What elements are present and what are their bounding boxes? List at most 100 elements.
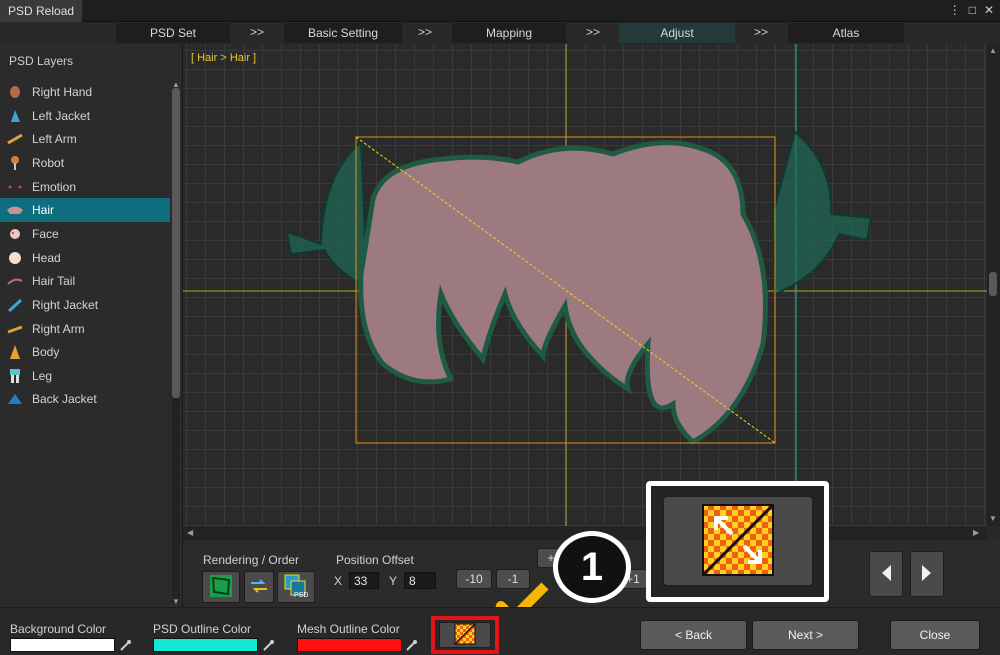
layer-item-back-jacket[interactable]: Back Jacket (0, 387, 170, 411)
step-separator: >> (250, 25, 265, 39)
jacket-icon (6, 108, 24, 124)
layer-item-label: Right Jacket (32, 298, 99, 312)
layer-item-right-arm[interactable]: Right Arm (0, 317, 170, 341)
layer-item-label: Right Hand (32, 85, 93, 99)
close-button[interactable]: Close (890, 620, 980, 650)
step-atlas[interactable]: Atlas (788, 23, 904, 43)
hair-shape (358, 140, 768, 446)
layer-item-label: Face (32, 227, 59, 241)
back-button[interactable]: < Back (640, 620, 747, 650)
layer-item-right-hand[interactable]: Right Hand (0, 80, 170, 104)
psd-render-button[interactable]: PSD (277, 571, 315, 603)
psd-outline-color-swatch[interactable] (153, 638, 258, 652)
body-icon (6, 344, 24, 360)
head-icon (6, 250, 24, 266)
zoom-callout (646, 481, 829, 602)
layer-item-left-arm[interactable]: Left Arm (0, 127, 170, 151)
rendering-order-label: Rendering / Order (203, 553, 300, 567)
layer-item-label: Left Jacket (32, 109, 91, 123)
psd-layers-icon: PSD (283, 573, 309, 602)
layer-item-emotion[interactable]: Emotion (0, 175, 170, 199)
mesh-outline-color-swatch[interactable] (297, 638, 402, 652)
arrow-right-icon (920, 563, 934, 586)
prev-layer-button[interactable] (869, 551, 903, 597)
hair-tail-icon (6, 273, 24, 289)
menu-dots-icon[interactable]: ⋮ (949, 3, 961, 17)
layer-item-label: Emotion (32, 180, 77, 194)
psd-layers-title: PSD Layers (9, 54, 74, 68)
step-separator: >> (586, 25, 601, 39)
layer-item-label: Right Arm (32, 322, 85, 336)
y-offset-input[interactable]: 8 (404, 572, 436, 589)
arrow-left-icon (879, 563, 893, 586)
checker-toggle-icon (454, 622, 476, 648)
psd-outline-color-label: PSD Outline Color (153, 622, 252, 636)
wizard-steps: PSD Set >> Basic Setting >> Mapping >> A… (0, 22, 1000, 44)
mesh-outline-color-label: Mesh Outline Color (297, 622, 400, 636)
eyedropper-icon[interactable] (404, 638, 418, 652)
viewport-vertical-scrollbar[interactable]: ▲ ▼ (987, 44, 1000, 526)
zoomed-toggle-button (663, 496, 813, 586)
layer-item-label: Back Jacket (32, 392, 97, 406)
layer-item-left-jacket[interactable]: Left Jacket (0, 104, 170, 128)
step-adjust[interactable]: Adjust (619, 23, 735, 43)
position-offset-label: Position Offset (336, 553, 414, 567)
next-layer-button[interactable] (910, 551, 944, 597)
layer-item-hair-tail[interactable]: Hair Tail (0, 269, 170, 293)
scroll-up-icon[interactable]: ▲ (172, 80, 180, 89)
layer-item-leg[interactable]: Leg (0, 364, 170, 388)
layer-item-label: Left Arm (32, 132, 77, 146)
step-mapping[interactable]: Mapping (452, 23, 566, 43)
editor-viewport[interactable]: [ Hair > Hair ] (183, 44, 987, 526)
next-button[interactable]: Next > (752, 620, 859, 650)
layer-item-right-jacket[interactable]: Right Jacket (0, 293, 170, 317)
step-basic-setting[interactable]: Basic Setting (284, 23, 402, 43)
layers-scrollbar[interactable] (172, 88, 180, 603)
layer-item-head[interactable]: Head (0, 246, 170, 270)
scroll-up-icon[interactable]: ▲ (989, 46, 997, 55)
scroll-down-icon[interactable]: ▼ (172, 597, 180, 606)
face-icon (6, 226, 24, 242)
robot-icon (6, 155, 24, 171)
close-icon[interactable]: ✕ (984, 3, 994, 17)
leg-icon (6, 368, 24, 384)
layers-scrollbar-thumb[interactable] (172, 88, 180, 398)
back-jacket-icon (6, 391, 24, 407)
canvas-drawing (183, 44, 987, 526)
callout-number: 1 (553, 531, 631, 603)
background-color-label: Background Color (10, 622, 107, 636)
scroll-down-icon[interactable]: ▼ (989, 514, 997, 523)
layer-item-label: Body (32, 345, 60, 359)
x-label: X (334, 574, 343, 588)
layer-item-hair[interactable]: Hair (0, 198, 170, 222)
layer-item-label: Head (32, 251, 61, 265)
window-controls: ⋮ □ ✕ (949, 3, 994, 17)
window-title: PSD Reload (0, 0, 83, 22)
breadcrumb: [ Hair > Hair ] (191, 52, 257, 64)
x-offset-input[interactable]: 33 (349, 572, 379, 589)
outline-toggle-button[interactable] (439, 622, 491, 648)
eyedropper-icon[interactable] (118, 638, 132, 652)
viewport-vscroll-thumb[interactable] (989, 272, 997, 296)
jacket-icon (6, 297, 24, 313)
maximize-icon[interactable]: □ (969, 3, 976, 17)
y-label: Y (389, 574, 398, 588)
swap-icon (249, 578, 269, 596)
step-psd-set[interactable]: PSD Set (116, 23, 230, 43)
rendering-mode-button[interactable] (202, 571, 240, 603)
scroll-right-icon[interactable]: ▶ (973, 528, 979, 537)
layer-item-face[interactable]: Face (0, 222, 170, 246)
highlight-box (431, 616, 499, 654)
arm-icon (6, 321, 24, 337)
layer-item-robot[interactable]: Robot (0, 151, 170, 175)
layer-item-body[interactable]: Body (0, 340, 170, 364)
background-color-swatch[interactable] (10, 638, 115, 652)
hair-icon (6, 202, 24, 218)
window-titlebar: PSD Reload ⋮ □ ✕ (0, 0, 1000, 22)
swap-order-button[interactable] (244, 571, 274, 603)
emotion-icon (6, 179, 24, 195)
eyedropper-icon[interactable] (261, 638, 275, 652)
scroll-left-icon[interactable]: ◀ (187, 528, 193, 537)
svg-text:PSD: PSD (294, 592, 308, 599)
layer-item-label: Robot (32, 156, 65, 170)
